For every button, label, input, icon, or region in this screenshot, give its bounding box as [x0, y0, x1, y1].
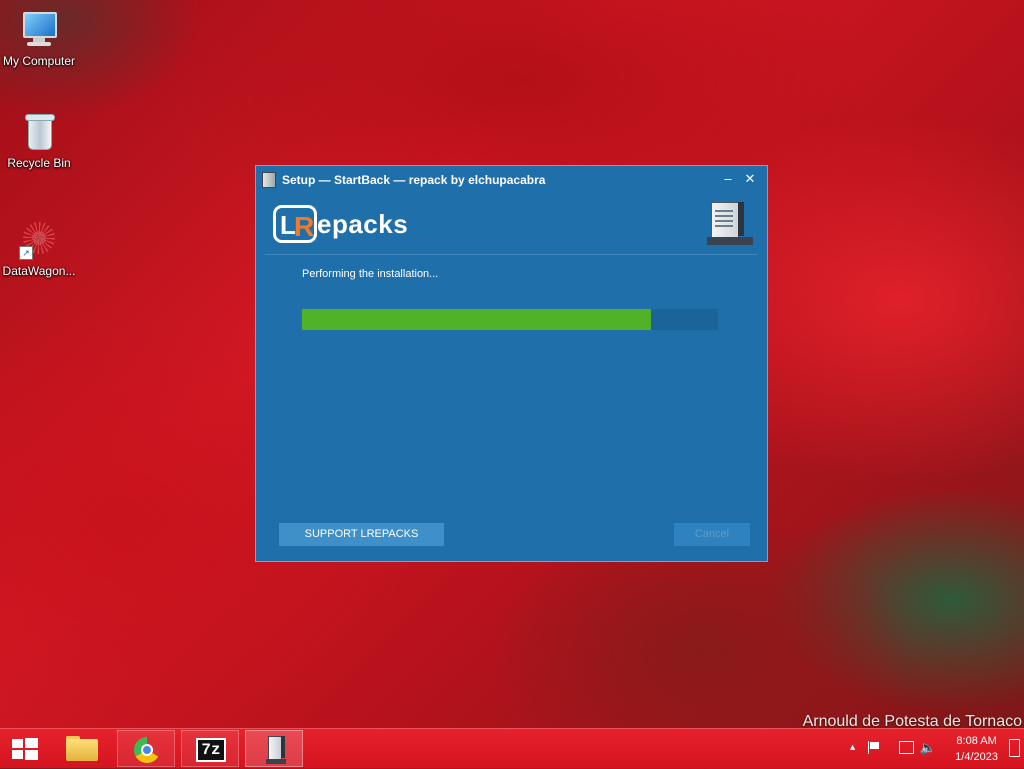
support-lrepacks-button[interactable]: SUPPORT LREPACKS [279, 523, 444, 546]
system-tray: ▲ 🔈 8:08 AM 1/4/2023 [824, 729, 1024, 769]
show-hidden-icons-button[interactable]: ▲ [848, 742, 857, 752]
lrepacks-logo: L R epacks [273, 203, 408, 245]
desktop-icon-label: My Computer [2, 54, 76, 68]
shortcut-arrow-icon: ↗ [19, 246, 33, 260]
desktop-icon-my-computer[interactable]: My Computer [0, 10, 78, 68]
desktop-icon-label: DataWagon... [2, 264, 76, 278]
7zip-icon: 7z [196, 738, 226, 762]
chrome-icon [134, 737, 160, 763]
progress-bar [302, 309, 718, 330]
cancel-button[interactable]: Cancel [674, 523, 750, 546]
close-button[interactable]: ✕ [741, 170, 759, 188]
taskbar: 7z ▲ 🔈 8:08 AM 1/4/2023 [0, 728, 1024, 768]
server-icon [707, 200, 753, 246]
progress-bar-fill [302, 309, 652, 330]
header-divider [265, 254, 758, 255]
clock[interactable]: 8:08 AM 1/4/2023 [955, 733, 998, 765]
volume-icon[interactable]: 🔈 [920, 740, 936, 756]
desktop-icon-recycle-bin[interactable]: Recycle Bin [0, 112, 78, 170]
setup-dialog: Setup — StartBack — repack by elchupacab… [255, 165, 768, 562]
desktop-icon-datawagon[interactable]: ↗ DataWagon... [0, 220, 78, 278]
network-icon[interactable] [899, 741, 914, 754]
windows-logo-icon [12, 738, 38, 760]
lrepacks-logo-mark: L R [273, 205, 317, 243]
desktop-icon-label: Recycle Bin [7, 156, 71, 170]
status-text: Performing the installation... [302, 268, 439, 280]
minimize-button[interactable]: – [719, 170, 737, 188]
taskbar-file-explorer[interactable] [53, 730, 111, 767]
taskbar-7zip[interactable]: 7z [181, 730, 239, 767]
clock-date: 1/4/2023 [955, 751, 998, 763]
dialog-title: Setup — StartBack — repack by elchupacab… [282, 173, 546, 187]
clock-time: 8:08 AM [956, 735, 997, 747]
dialog-titlebar[interactable]: Setup — StartBack — repack by elchupacab… [256, 166, 767, 192]
taskbar-chrome[interactable] [117, 730, 175, 767]
lrepacks-logo-text: epacks [317, 208, 409, 239]
my-computer-icon [19, 10, 59, 50]
setup-app-icon [262, 172, 276, 188]
taskbar-setup[interactable] [245, 730, 303, 767]
notification-icon[interactable] [1009, 739, 1020, 757]
setup-app-icon [266, 736, 286, 764]
start-button[interactable] [0, 729, 48, 769]
file-explorer-icon [66, 739, 98, 761]
action-center-flag-icon[interactable] [868, 741, 881, 754]
datawagon-icon: ↗ [19, 220, 59, 260]
recycle-bin-icon [19, 112, 59, 152]
